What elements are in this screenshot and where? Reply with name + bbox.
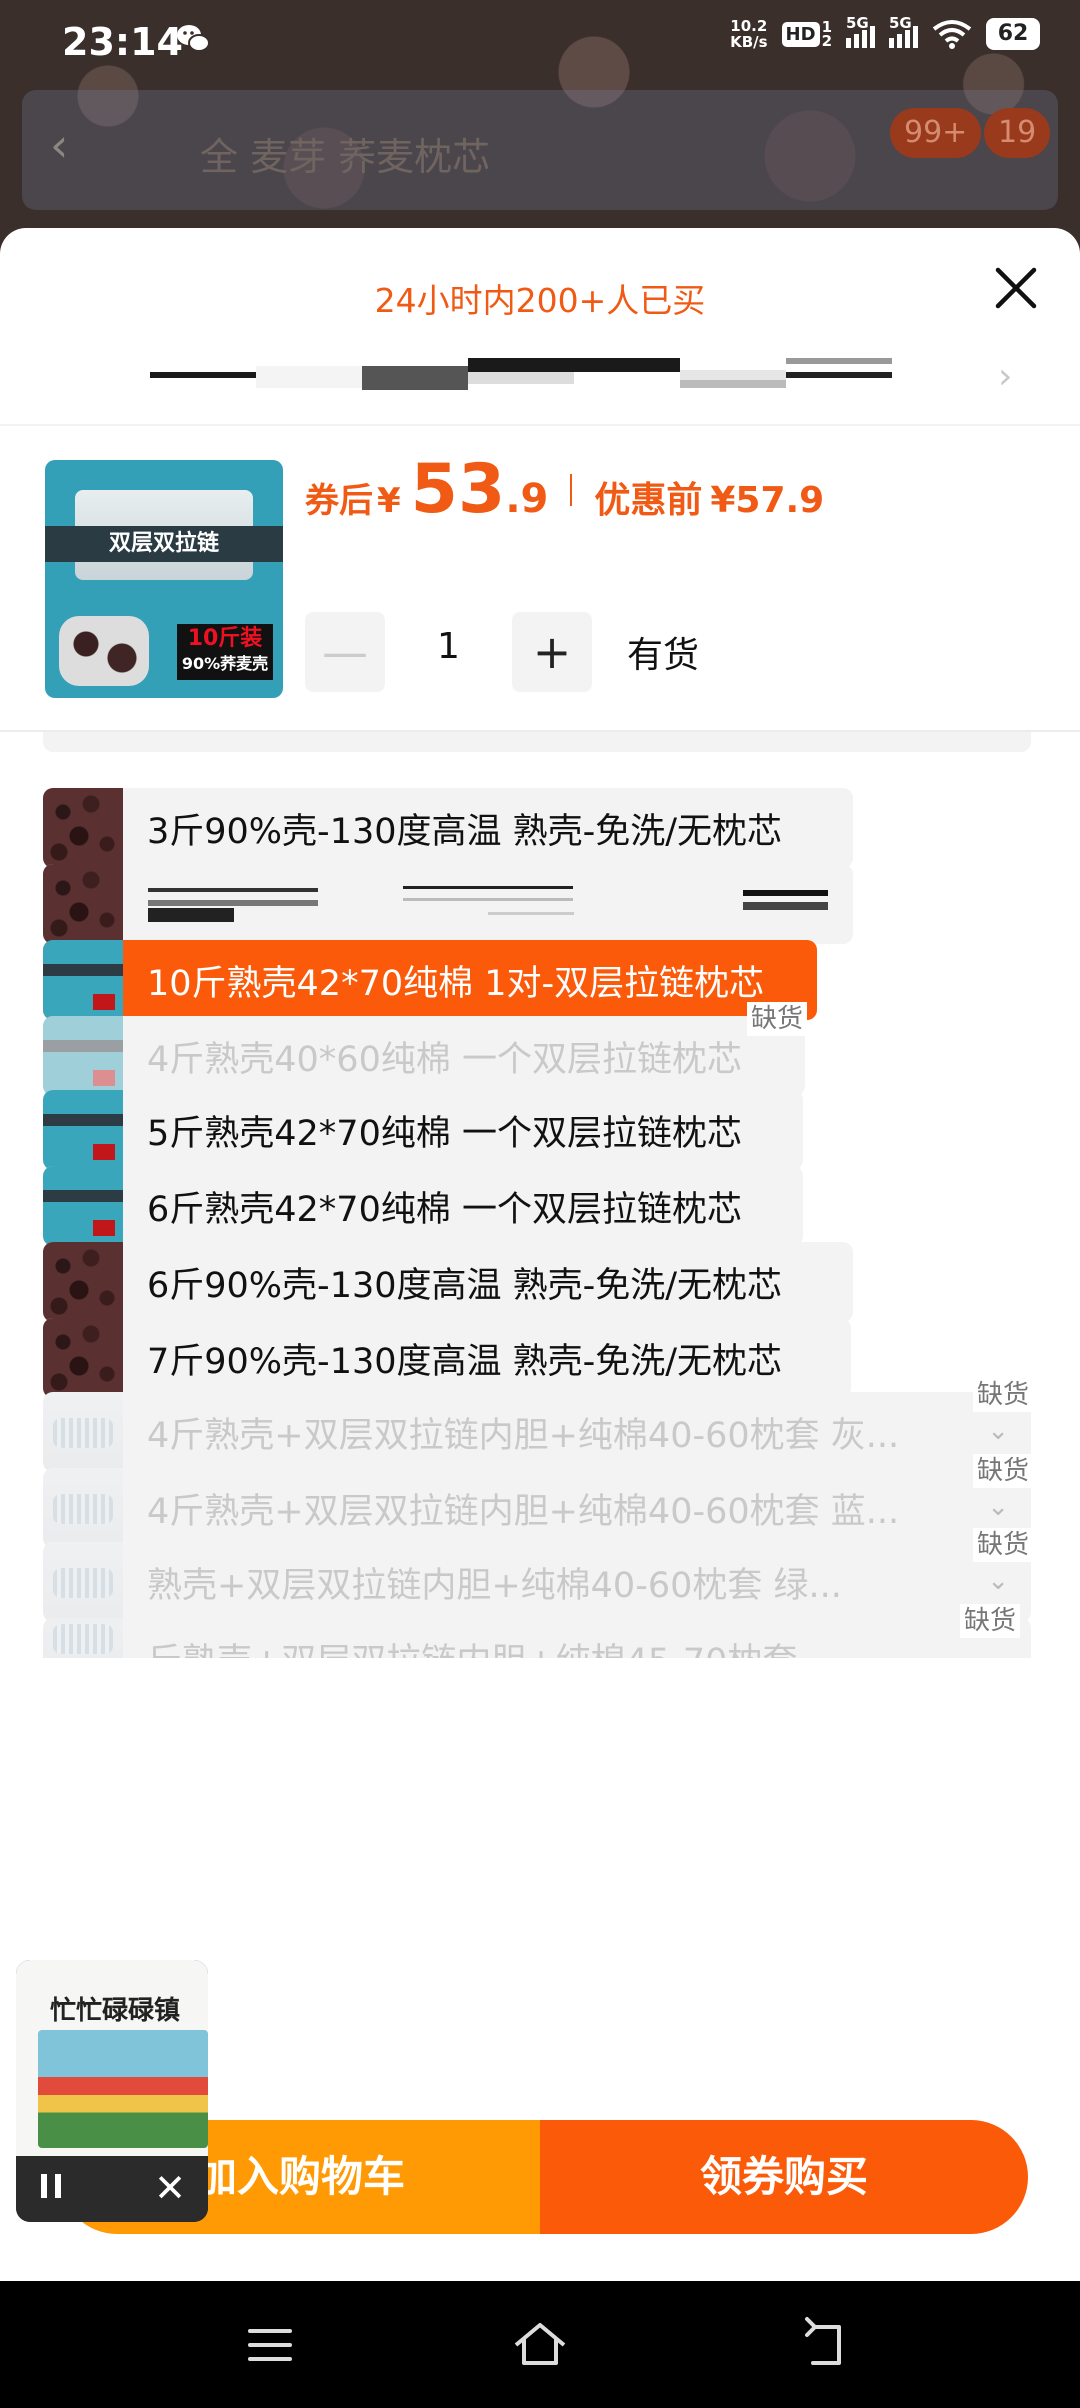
signal-2-icon: 5G	[889, 14, 918, 48]
hd-voice-indicator: HD 12	[781, 20, 832, 49]
selected-product-image[interactable]: 双层双拉链 10斤装 90%荞麦壳	[45, 460, 283, 698]
sku-option[interactable]	[43, 864, 853, 944]
sku-option-disabled: 4斤熟壳+双层双拉链内胆+纯棉40-60枕套 蓝... 缺货 ⌄	[43, 1454, 1033, 1548]
video-cover[interactable]: 忙忙碌碌镇	[16, 1960, 208, 2156]
chevron-down-icon[interactable]: ⌄	[987, 1416, 1009, 1446]
chevron-down-icon[interactable]: ⌄	[987, 1566, 1009, 1596]
menu-icon	[248, 2329, 292, 2361]
image-banner-text: 双层双拉链	[45, 526, 283, 562]
option-label: 6斤90%壳-130度高温 熟壳-免洗/无枕芯	[147, 1265, 783, 1306]
option-thumbnail	[43, 1618, 123, 1658]
system-navigation-bar	[0, 2281, 1080, 2408]
out-of-stock-badge: 缺货	[972, 1454, 1033, 1488]
option-thumbnail	[43, 1392, 123, 1472]
option-thumbnail	[43, 864, 123, 944]
option-label: 6斤熟壳42*70纯棉 一个双层拉链枕芯	[147, 1189, 742, 1230]
network-speed: 10.2 KB/s	[730, 17, 768, 51]
messages-badge: 99+	[890, 108, 982, 158]
out-of-stock-badge: 缺货	[960, 1604, 1021, 1638]
close-icon	[995, 267, 1037, 309]
home-icon	[514, 2323, 566, 2365]
sku-option[interactable]: 5斤熟壳42*70纯棉 一个双层拉链枕芯	[43, 1090, 803, 1170]
back-arrow-icon	[805, 2317, 841, 2365]
coupon-price-integer: 53	[410, 450, 506, 529]
battery-icon: 62	[986, 18, 1040, 50]
coupon-price-label: 券后	[305, 481, 373, 521]
option-thumbnail	[43, 1542, 123, 1622]
option-label: 7斤90%壳-130度高温 熟壳-免洗/无枕芯	[147, 1341, 783, 1382]
quantity-increase-button[interactable]: +	[512, 612, 592, 692]
quantity-decrease-button[interactable]: —	[305, 612, 385, 692]
video-title: 忙忙碌碌镇	[50, 1996, 181, 2026]
option-label: 3斤90%壳-130度高温 熟壳-免洗/无枕芯	[147, 811, 783, 852]
option-label: 4斤熟壳40*60纯棉 一个双层拉链枕芯	[147, 1039, 742, 1080]
option-thumbnail	[43, 788, 123, 868]
back-icon: ‹	[50, 118, 69, 172]
divider	[0, 424, 1080, 426]
cart-count-badge: 19	[984, 108, 1051, 158]
currency-symbol: ¥	[377, 481, 401, 521]
sku-option-disabled: 斤熟壳+双层双拉链内胆+纯棉45-70枕套...	[43, 1618, 1031, 1658]
sku-option-disabled: 4斤熟壳40*60纯棉 一个双层拉链枕芯 缺货	[43, 1002, 807, 1096]
option-thumbnail	[43, 1016, 123, 1096]
pause-icon[interactable]	[38, 2170, 66, 2202]
price-row: 券后 ¥ 53 .9 优惠前 ¥57.9	[305, 450, 824, 529]
sku-option[interactable]: 7斤90%壳-130度高温 熟壳-免洗/无枕芯	[43, 1318, 851, 1398]
sku-thumbnail-strip[interactable]	[150, 358, 900, 394]
option-label: 5斤熟壳42*70纯棉 一个双层拉链枕芯	[147, 1113, 742, 1154]
option-thumbnail	[43, 940, 123, 1020]
out-of-stock-badge: 缺货	[972, 1378, 1033, 1412]
background-title: 全 麦芽 荞麦枕芯	[200, 135, 491, 179]
wifi-icon	[932, 20, 972, 49]
chevron-down-icon[interactable]: ⌄	[987, 1492, 1009, 1522]
price-separator	[570, 473, 573, 506]
option-thumbnail	[43, 1468, 123, 1548]
option-thumbnail	[43, 1318, 123, 1398]
status-time: 23:14	[62, 20, 183, 64]
home-button[interactable]	[510, 2315, 570, 2375]
redacted-label	[148, 882, 828, 926]
strip-chevron-right-icon[interactable]: ›	[998, 356, 1012, 397]
option-label: 熟壳+双层双拉链内胆+纯棉40-60枕套 绿...	[147, 1565, 842, 1606]
option-thumbnail	[43, 1242, 123, 1322]
status-bar: 23:14 10.2 KB/s HD 12 5G 5G 62	[0, 0, 1080, 84]
sku-option[interactable]: 6斤90%壳-130度高温 熟壳-免洗/无枕芯	[43, 1242, 853, 1322]
sku-option-disabled: 4斤熟壳+双层双拉链内胆+纯棉40-60枕套 灰... 缺货 ⌄	[43, 1378, 1033, 1472]
buy-with-coupon-button[interactable]: 领券购买	[540, 2120, 1028, 2234]
video-controls: ✕	[16, 2156, 208, 2222]
quantity-value[interactable]: 1	[385, 626, 512, 667]
option-label: 斤熟壳+双层双拉链内胆+纯棉45-70枕套...	[123, 1633, 853, 1659]
wechat-icon	[177, 25, 210, 52]
option-thumbnail	[43, 1090, 123, 1170]
close-button[interactable]	[990, 262, 1042, 314]
sku-option[interactable]: 6斤熟壳42*70纯棉 一个双层拉链枕芯	[43, 1166, 803, 1246]
option-label: 4斤熟壳+双层双拉链内胆+纯棉40-60枕套 灰...	[147, 1415, 900, 1456]
option-thumbnail	[43, 1166, 123, 1246]
sku-option[interactable]: 3斤90%壳-130度高温 熟壳-免洗/无枕芯	[43, 788, 853, 868]
out-of-stock-badge: 缺货	[746, 1002, 807, 1036]
sku-option-partial[interactable]	[43, 732, 1031, 752]
sku-option-disabled: 熟壳+双层双拉链内胆+纯棉40-60枕套 绿... 缺货 ⌄	[43, 1528, 1033, 1622]
option-label: 10斤熟壳42*70纯棉 1对-双层拉链枕芯	[147, 963, 765, 1004]
original-price: ¥57.9	[710, 480, 825, 521]
signal-1-icon: 5G	[846, 14, 875, 48]
sku-option-selected[interactable]: 10斤熟壳42*70纯棉 1对-双层拉链枕芯	[43, 940, 817, 1020]
option-label: 4斤熟壳+双层双拉链内胆+纯棉40-60枕套 蓝...	[147, 1491, 900, 1532]
image-weight-tag: 10斤装 90%荞麦壳	[177, 624, 273, 680]
back-button[interactable]	[795, 2315, 855, 2375]
menu-button[interactable]	[240, 2315, 300, 2375]
stock-status: 有货	[627, 635, 700, 676]
floating-video-player[interactable]: 忙忙碌碌镇 ✕	[16, 1960, 208, 2222]
video-close-button[interactable]: ✕	[154, 2166, 186, 2210]
recent-buyers-text: 24小时内200+人已买	[374, 281, 706, 320]
original-price-label: 优惠前	[594, 480, 703, 521]
out-of-stock-badge: 缺货	[972, 1528, 1033, 1562]
coupon-price-decimal: .9	[505, 476, 549, 522]
